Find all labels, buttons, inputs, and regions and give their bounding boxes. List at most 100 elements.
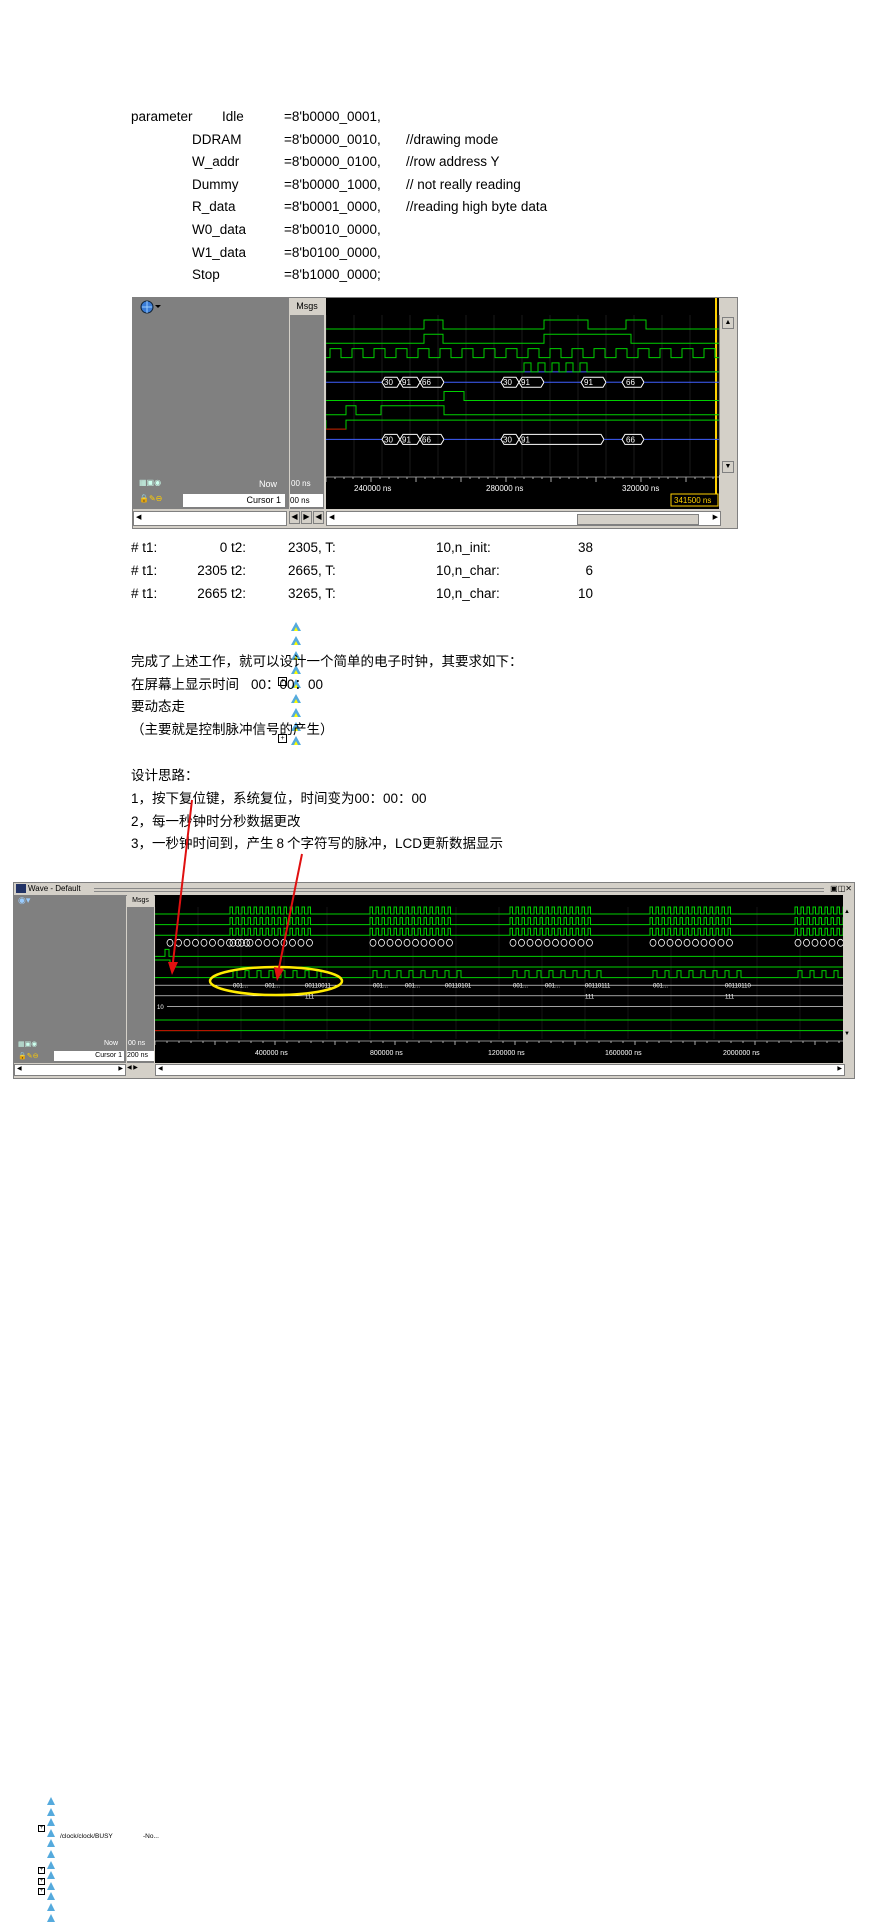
bus-value: 10	[157, 1005, 164, 1011]
expand-icon[interactable]: +	[38, 1877, 45, 1885]
scroll-left-icon[interactable]: ◀	[329, 513, 334, 521]
signal-name[interactable]: /clock/clock/LCD_RW	[60, 1801, 122, 1811]
window-buttons[interactable]: ▣◫✕	[830, 883, 852, 895]
param-value: =8'b1000_0000;	[284, 267, 381, 283]
param-name: W1_data	[192, 244, 247, 260]
wave1-timeline: 240000 ns 280000 ns 320000 ns 341500 ns	[325, 475, 719, 509]
signal-name[interactable]: /test_lcd_init/char_en	[306, 704, 391, 716]
time-tick-label: 1600000 ns	[605, 1050, 642, 1057]
scroll-left-icon[interactable]: ◀	[289, 511, 300, 524]
signal-name[interactable]: /clock/clock/LCD_EN	[60, 1811, 121, 1821]
scroll-right-icon[interactable]: ▶	[301, 511, 312, 524]
signal-icon	[47, 1792, 56, 1805]
signal-icon	[47, 1813, 56, 1827]
wave1-hscroll[interactable]: ◀ ▶	[326, 511, 721, 526]
signal-name[interactable]: /clock/clock/char_X	[60, 1875, 116, 1885]
signal-name[interactable]: /clock/clock/init_ack	[60, 1907, 117, 1917]
log-cell: 2665, T:	[288, 563, 336, 578]
param-name: Stop	[192, 267, 220, 283]
signal-name[interactable]: /clock/clock/char_data	[60, 1864, 124, 1874]
bus-segment	[552, 938, 559, 947]
bus-segment	[717, 938, 725, 947]
bus-segment	[386, 938, 394, 947]
scroll-right-icon[interactable]: ▶	[713, 513, 718, 521]
scroll-left-icon[interactable]: ◀	[127, 1065, 132, 1071]
bus-segment	[675, 938, 682, 947]
para-line-4: （主要就是控制脉冲信号的产生）	[131, 722, 334, 737]
bus-segment	[726, 938, 733, 947]
log-cell: # t1:	[131, 586, 158, 601]
now-icons: ▦▣◉	[139, 478, 162, 487]
scroll-right-icon[interactable]: ▶	[133, 1065, 138, 1071]
bus-value: 00110011	[305, 984, 331, 990]
log-cell: 38	[577, 540, 593, 555]
bus-segment	[420, 938, 428, 947]
wave1-signal-panel	[133, 315, 289, 475]
time-tick-label: 240000 ns	[354, 484, 391, 493]
signal-name[interactable]: /test_lcd_init/LCD_RW	[306, 632, 396, 644]
signal-name[interactable]: /clock/clock/char_Y	[60, 1885, 116, 1895]
signal-msg: -No...	[143, 1907, 159, 1915]
signal-msg: -No...	[424, 633, 447, 644]
signal-name[interactable]: /clock/clock/LCD_RS	[60, 1790, 121, 1800]
expand-icon[interactable]: +	[38, 1824, 45, 1832]
signal-name[interactable]: /test_lcd_init/LCD_RS	[306, 618, 394, 630]
signal-name[interactable]: /clock/clock/lcd_init_en	[60, 1843, 126, 1853]
para-line-3: 要动态走	[131, 699, 185, 714]
scroll-thumb[interactable]	[577, 514, 699, 525]
bus-segment	[518, 433, 605, 445]
scroll-up-icon[interactable]: ▲	[722, 317, 734, 329]
para-line-8: 3，一秒钟时间到，产生 8 个字符写的脉冲，LCD更新数据显示	[131, 836, 504, 851]
scroll-left-icon[interactable]: ◀	[17, 1065, 22, 1072]
bus-value: 001...	[265, 984, 280, 990]
bus-segment	[569, 938, 576, 947]
bus-value: 001...	[545, 984, 560, 990]
expand-icon[interactable]: +	[38, 1867, 45, 1875]
signal-name[interactable]: /clock/clock/LCD_DATA	[60, 1822, 128, 1832]
time-tick-label: 280000 ns	[486, 484, 523, 493]
bus-segment	[263, 938, 271, 947]
scroll-down-icon[interactable]: ▼	[722, 461, 734, 473]
bus-value: 111	[725, 994, 735, 1000]
wave2-cursor-label[interactable]: Cursor 1	[54, 1051, 124, 1061]
scroll-left-icon[interactable]: ◀	[158, 1065, 163, 1072]
scroll-right-icon[interactable]: ▶	[118, 1065, 123, 1072]
scroll-left-icon[interactable]: ◀	[136, 513, 141, 521]
bus-segment	[518, 938, 525, 947]
bus-segment	[378, 938, 385, 947]
wave2-hscroll-left[interactable]: ◀ ▶	[14, 1064, 126, 1076]
signal-name[interactable]: /clock/clock/BUSY	[60, 1832, 140, 1843]
wave-window-1: Msgs /test_lcd_init/LCD_RS -No... /test_lc…	[132, 297, 738, 746]
signal-msg: -No...	[424, 676, 447, 687]
bus-value: 66	[626, 378, 635, 387]
scroll-up-icon[interactable]: ▲	[844, 909, 850, 915]
wave-app-icon	[16, 884, 26, 893]
log-cell: 0 t2:	[219, 540, 246, 555]
bus-value: 30	[384, 435, 393, 444]
wave1-hscroll-left[interactable]: ◀	[133, 511, 287, 526]
para-line-5: 设计思路：	[131, 768, 199, 783]
bus-segment	[692, 938, 699, 947]
expand-icon[interactable]: +	[38, 1888, 45, 1896]
wave1-vscroll[interactable]: ▲ ▼	[719, 315, 736, 475]
signal-icon	[291, 619, 302, 631]
scroll-right-icon[interactable]: ▶	[837, 1065, 842, 1072]
wave2-timeline: 400000 ns 800000 ns 1200000 ns 1600000 ns 20…	[154, 1039, 843, 1063]
bus-segment	[577, 938, 585, 947]
cursor-label[interactable]: Cursor 1	[183, 494, 285, 507]
time-tick-label: 800000 ns	[370, 1050, 403, 1057]
signal-name[interactable]: /clock/clock/char_LR	[60, 1896, 120, 1906]
param-name: W0_data	[192, 222, 247, 237]
signal-name[interactable]: /clock/clock/lcd_char_en	[60, 1854, 130, 1864]
wave2-hscroll[interactable]: ◀ ▶	[155, 1064, 845, 1076]
bus-segment	[683, 938, 691, 947]
signal-icon	[47, 1845, 56, 1858]
bus-value: 111	[585, 994, 595, 1000]
scroll-down-icon[interactable]: ▼	[844, 1031, 850, 1037]
wave2-vscroll[interactable]: ▲ ▼	[843, 895, 854, 1039]
scroll-left-icon[interactable]: ◀	[313, 511, 324, 524]
globe-icon[interactable]	[139, 299, 161, 315]
globe-icon[interactable]: ◉▾	[18, 895, 30, 906]
bus-segment	[709, 938, 716, 947]
log-cell: # t1:	[131, 563, 158, 578]
